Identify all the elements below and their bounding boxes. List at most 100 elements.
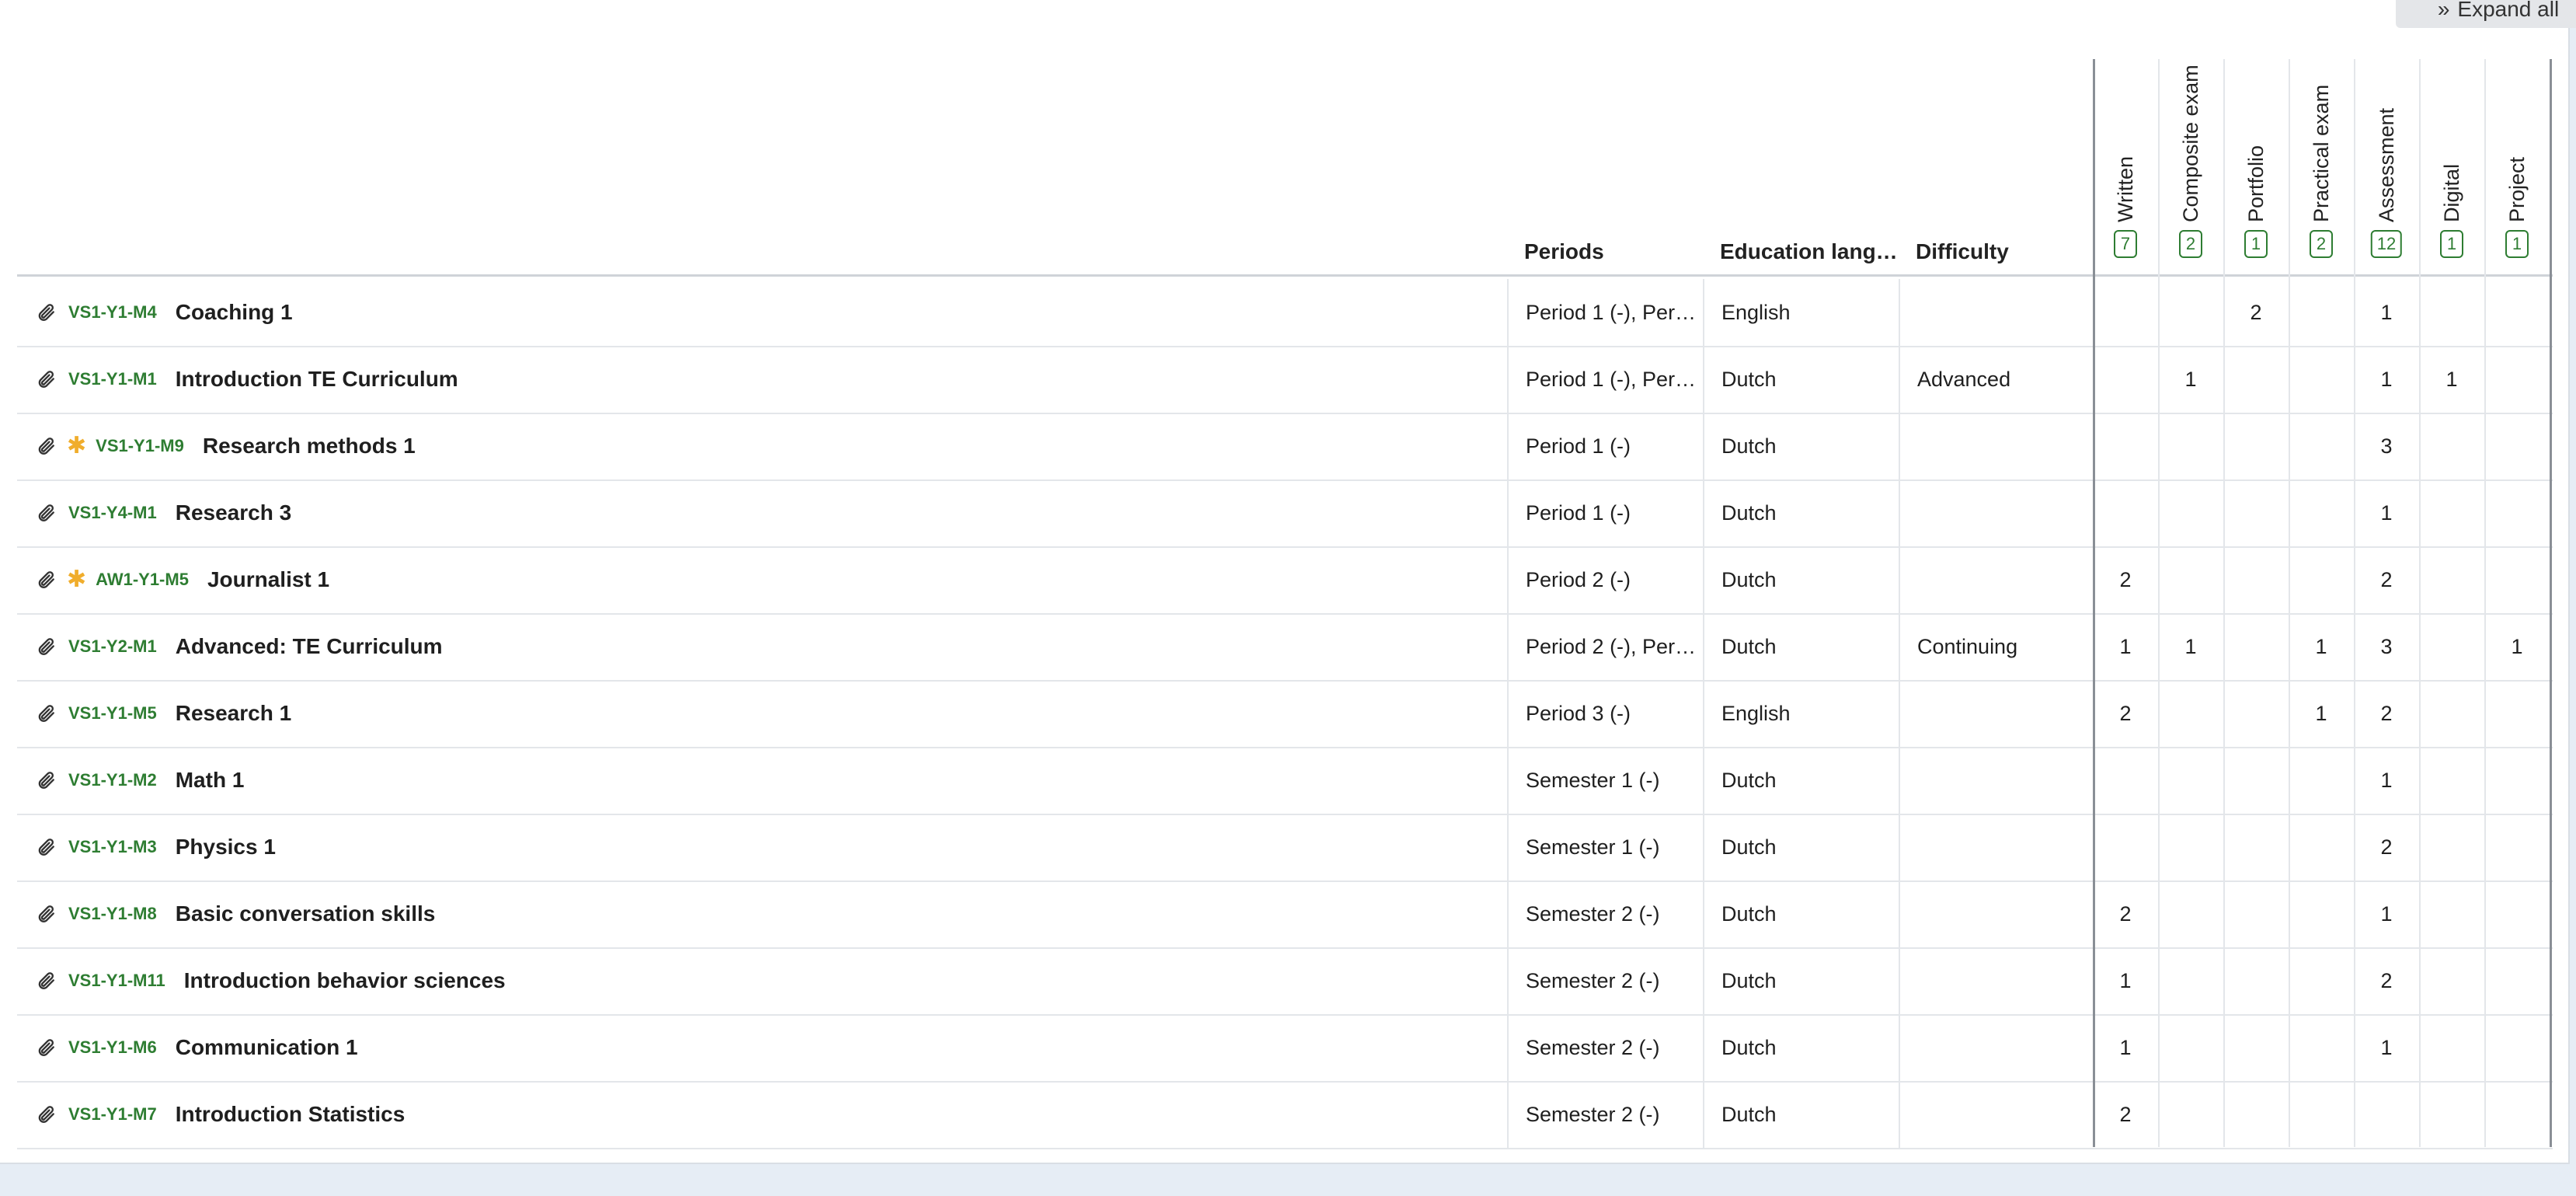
table-row[interactable]: VS1-Y1-M8 Basic conversation skills Semest…: [17, 880, 2553, 949]
module-title[interactable]: Physics 1: [176, 835, 276, 860]
paperclip-icon[interactable]: [33, 500, 59, 526]
count-cell-project: [2484, 680, 2550, 747]
module-title[interactable]: Research 3: [176, 500, 291, 525]
periods-cell: Period 2 (-): [1507, 546, 1703, 613]
module-title[interactable]: Basic conversation skills: [176, 901, 436, 926]
table-row[interactable]: VS1-Y1-M3 Physics 1 Semester 1 (-) Dutch 2: [17, 814, 2553, 882]
module-title[interactable]: Research methods 1: [203, 434, 416, 459]
module-name-cell: VS1-Y1-M3 Physics 1: [17, 814, 1507, 880]
table-row[interactable]: VS1-Y1-M6 Communication 1 Semester 2 (-) Du…: [17, 1014, 2553, 1083]
column-header-written[interactable]: Written 7: [2093, 62, 2158, 274]
table-row[interactable]: VS1-Y1-M4 Coaching 1 Period 1 (-), Per… Eng…: [17, 279, 2553, 347]
count-cell-written: [2093, 346, 2158, 413]
difficulty-cell: [1899, 680, 2093, 747]
module-name-cell: VS1-Y1-M8 Basic conversation skills: [17, 880, 1507, 947]
module-code[interactable]: VS1-Y1-M3: [68, 837, 157, 857]
count-cell-written: 1: [2119, 968, 2132, 992]
table-row[interactable]: VS1-Y2-M1 Advanced: TE Curriculum Period 2…: [17, 613, 2553, 682]
paperclip-icon[interactable]: [33, 700, 59, 727]
count-cell-composite-exam: [2158, 479, 2223, 546]
table-row[interactable]: VS1-Y1-M7 Introduction Statistics Semester…: [17, 1081, 2553, 1149]
module-code[interactable]: VS1-Y1-M6: [68, 1037, 157, 1058]
count-cell-assessment: 1: [2380, 367, 2393, 391]
module-table-panel: » Expand all Periods Education lang… Dif…: [0, 0, 2576, 1164]
paperclip-icon[interactable]: [33, 1101, 59, 1128]
module-title[interactable]: Introduction TE Curriculum: [176, 367, 458, 392]
paperclip-icon[interactable]: [33, 834, 59, 860]
education-language-cell: Dutch: [1703, 346, 1899, 413]
count-cell-practical-exam: [2289, 1081, 2354, 1148]
count-cell-assessment: 1: [2380, 1035, 2393, 1059]
paperclip-icon[interactable]: [33, 968, 59, 994]
module-title[interactable]: Introduction Statistics: [176, 1102, 406, 1127]
column-header-difficulty[interactable]: Difficulty: [1916, 239, 2009, 264]
module-title[interactable]: Advanced: TE Curriculum: [176, 634, 443, 659]
table-row[interactable]: VS1-Y1-M11 Introduction behavior sciences…: [17, 947, 2553, 1016]
table-row[interactable]: ✱ VS1-Y1-M9 Research methods 1 Period 1 (-)…: [17, 413, 2553, 481]
column-header-education-language[interactable]: Education lang…: [1720, 239, 1898, 264]
count-cell-portfolio: [2223, 1014, 2289, 1081]
count-cell-composite-exam: [2158, 680, 2223, 747]
periods-cell: Semester 2 (-): [1507, 947, 1703, 1014]
star-icon: ✱: [67, 567, 87, 592]
module-title[interactable]: Math 1: [176, 768, 245, 793]
module-code[interactable]: VS1-Y2-M1: [68, 636, 157, 657]
table-row[interactable]: VS1-Y1-M5 Research 1 Period 3 (-) English 2 1…: [17, 680, 2553, 748]
module-code[interactable]: VS1-Y1-M5: [68, 703, 157, 724]
count-cell-project: 1: [2511, 634, 2523, 658]
count-cell-assessment: 2: [2380, 701, 2393, 725]
module-code[interactable]: VS1-Y1-M9: [96, 436, 184, 456]
module-code[interactable]: VS1-Y1-M8: [68, 904, 157, 924]
module-title[interactable]: Research 1: [176, 701, 291, 726]
module-code[interactable]: AW1-Y1-M5: [96, 570, 189, 590]
module-code[interactable]: VS1-Y4-M1: [68, 503, 157, 523]
count-cell-practical-exam: [2289, 814, 2354, 880]
table-row[interactable]: VS1-Y4-M1 Research 3 Period 1 (-) Dutch 1: [17, 479, 2553, 548]
count-cell-practical-exam: [2289, 1014, 2354, 1081]
education-language-cell: Dutch: [1703, 880, 1899, 947]
paperclip-icon[interactable]: [33, 633, 59, 660]
education-language-cell: Dutch: [1703, 1014, 1899, 1081]
column-header-portfolio[interactable]: Portfolio 1: [2223, 62, 2289, 274]
column-header-assessment[interactable]: Assessment 12: [2354, 62, 2419, 274]
paperclip-icon[interactable]: [33, 1034, 59, 1061]
count-cell-assessment: 3: [2380, 434, 2393, 458]
count-cell-project: [2484, 279, 2550, 346]
expand-all-button[interactable]: » Expand all: [2396, 0, 2576, 28]
paperclip-icon[interactable]: [33, 299, 59, 326]
table-row[interactable]: ✱ AW1-Y1-M5 Journalist 1 Period 2 (-) Dutch 2…: [17, 546, 2553, 615]
module-title[interactable]: Coaching 1: [176, 300, 293, 325]
column-header-project[interactable]: Project 1: [2484, 62, 2550, 274]
column-separator: [2223, 59, 2225, 1147]
column-header-practical-exam[interactable]: Practical exam 2: [2289, 62, 2354, 274]
count-cell-assessment: 1: [2380, 300, 2393, 324]
module-title[interactable]: Introduction behavior sciences: [184, 968, 506, 993]
table-row[interactable]: VS1-Y1-M1 Introduction TE Curriculum Perio…: [17, 346, 2553, 414]
module-title[interactable]: Communication 1: [176, 1035, 358, 1060]
module-title[interactable]: Journalist 1: [207, 567, 329, 592]
periods-cell: Period 2 (-), Per…: [1507, 613, 1703, 680]
paperclip-icon[interactable]: [33, 901, 59, 927]
module-code[interactable]: VS1-Y1-M7: [68, 1104, 157, 1125]
column-label-composite-exam: Composite exam: [2179, 65, 2202, 222]
module-code[interactable]: VS1-Y1-M11: [68, 971, 165, 991]
module-code[interactable]: VS1-Y1-M4: [68, 302, 157, 323]
module-code[interactable]: VS1-Y1-M1: [68, 369, 157, 389]
column-header-composite-exam[interactable]: Composite exam 2: [2158, 62, 2223, 274]
count-cell-project: [2484, 479, 2550, 546]
count-cell-assessment: 1: [2380, 768, 2393, 792]
count-cell-written: 2: [2119, 1102, 2132, 1126]
table-row[interactable]: VS1-Y1-M2 Math 1 Semester 1 (-) Dutch 1: [17, 747, 2553, 815]
count-cell-practical-exam: [2289, 880, 2354, 947]
column-header-periods[interactable]: Periods: [1524, 239, 1604, 264]
count-cell-project: [2484, 346, 2550, 413]
periods-cell: Period 1 (-), Per…: [1507, 279, 1703, 346]
column-header-digital[interactable]: Digital 1: [2419, 62, 2484, 274]
module-code[interactable]: VS1-Y1-M2: [68, 770, 157, 790]
paperclip-icon[interactable]: [33, 767, 59, 793]
count-cell-composite-exam: [2158, 546, 2223, 613]
paperclip-icon[interactable]: [33, 433, 59, 459]
paperclip-icon[interactable]: [33, 567, 59, 593]
paperclip-icon[interactable]: [33, 366, 59, 392]
count-cell-portfolio: [2223, 546, 2289, 613]
